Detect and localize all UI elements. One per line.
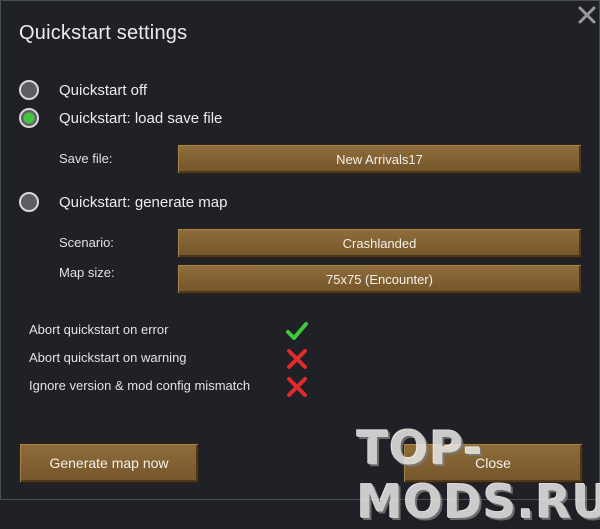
map-size-label: Map size: [59, 265, 115, 280]
radio-button-selected-icon[interactable] [19, 108, 39, 128]
radio-quickstart-off[interactable]: Quickstart off [19, 77, 147, 103]
dialog-title: Quickstart settings [19, 22, 188, 44]
radio-load-save-file[interactable]: Quickstart: load save file [19, 105, 222, 131]
option-abort-on-warning-label: Abort quickstart on warning [29, 350, 187, 365]
close-button[interactable]: Close [403, 443, 583, 483]
option-abort-on-error-label: Abort quickstart on error [29, 322, 169, 337]
scenario-selector[interactable]: Crashlanded [177, 228, 582, 258]
cross-icon[interactable] [285, 347, 309, 371]
generate-map-now-button[interactable]: Generate map now [19, 443, 199, 483]
map-size-selector[interactable]: 75x75 (Encounter) [177, 264, 582, 294]
quickstart-settings-dialog: Quickstart settings Quickstart off Quick… [0, 0, 600, 529]
radio-label: Quickstart: generate map [59, 193, 228, 211]
cross-icon[interactable] [285, 375, 309, 399]
save-file-label: Save file: [59, 151, 113, 166]
radio-label: Quickstart off [59, 81, 148, 99]
radio-button-icon[interactable] [19, 80, 39, 100]
option-ignore-version-mismatch-label: Ignore version & mod config mismatch [29, 378, 251, 393]
checkmark-icon[interactable] [285, 319, 309, 343]
radio-button-icon[interactable] [19, 192, 39, 212]
scenario-label: Scenario: [59, 235, 114, 250]
close-icon[interactable] [576, 4, 598, 26]
radio-generate-map[interactable]: Quickstart: generate map [19, 189, 227, 215]
save-file-selector[interactable]: New Arrivals17 [177, 144, 582, 174]
radio-label: Quickstart: load save file [59, 109, 223, 127]
